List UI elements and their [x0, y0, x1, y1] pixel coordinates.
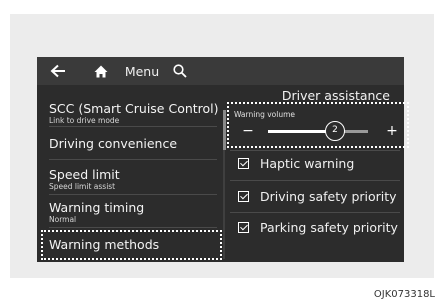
checkbox-checked-icon[interactable] — [238, 157, 249, 169]
option-haptic-warning[interactable]: Haptic warning — [238, 153, 354, 173]
option-label: Parking safety priority — [260, 219, 398, 235]
volume-plus-button[interactable]: + — [384, 123, 400, 139]
option-driving-safety-priority[interactable]: Driving safety priority — [238, 186, 397, 206]
sidebar-item-warning-timing[interactable]: Warning timing Normal — [49, 200, 144, 224]
arrow-left-icon — [50, 64, 65, 78]
volume-slider-knob[interactable]: 2 — [325, 121, 345, 141]
sidebar-item-speed-limit[interactable]: Speed limit Speed limit assist — [49, 167, 120, 191]
divider — [49, 227, 217, 228]
divider — [230, 150, 400, 151]
top-bar: Menu — [37, 57, 404, 85]
home-icon — [94, 65, 108, 77]
sidebar-item-title: Driving convenience — [49, 136, 178, 151]
divider — [230, 180, 400, 181]
sidebar-item-title: SCC (Smart Cruise Control) — [49, 101, 219, 116]
sidebar-item-subtitle: Link to drive mode — [49, 116, 120, 125]
option-label: Haptic warning — [260, 155, 355, 171]
sidebar-item-subtitle: Speed limit assist — [49, 182, 116, 191]
volume-minus-button[interactable]: − — [240, 123, 256, 139]
scrollbar-thumb[interactable] — [223, 110, 226, 150]
option-parking-safety-priority[interactable]: Parking safety priority — [238, 217, 398, 237]
checkbox-checked-icon[interactable] — [238, 190, 249, 202]
sidebar-item-scc[interactable]: SCC (Smart Cruise Control) Link to drive… — [49, 101, 219, 125]
figure-caption: OJK073318L — [373, 289, 435, 300]
back-button[interactable] — [45, 57, 71, 85]
divider — [230, 212, 400, 213]
search-icon — [173, 64, 187, 78]
sidebar-item-driving-convenience[interactable]: Driving convenience — [49, 136, 177, 151]
sidebar-item-title: Speed limit — [49, 167, 120, 182]
home-button[interactable] — [89, 57, 113, 85]
menu-button[interactable]: Menu — [121, 57, 163, 85]
divider — [49, 159, 217, 160]
checkbox-checked-icon[interactable] — [238, 221, 249, 233]
divider — [49, 126, 217, 127]
sidebar-item-title: Warning timing — [49, 200, 145, 215]
warning-methods-highlight-box — [41, 230, 222, 260]
warning-volume-label: Warning volume — [234, 110, 296, 119]
option-label: Driving safety priority — [260, 188, 397, 204]
search-button[interactable] — [168, 57, 192, 85]
divider — [49, 194, 217, 195]
sidebar-item-subtitle: Normal — [49, 215, 77, 224]
